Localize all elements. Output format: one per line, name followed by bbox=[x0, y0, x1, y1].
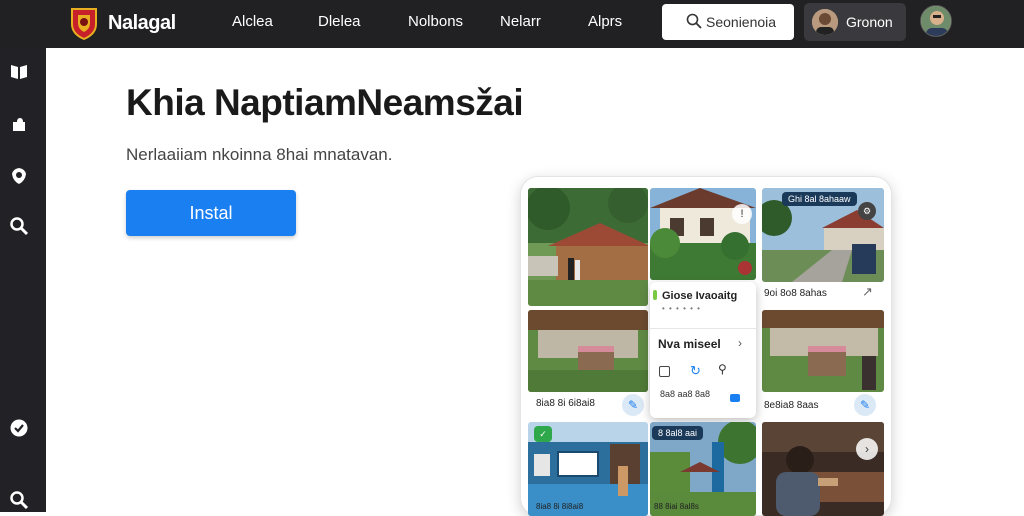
edit-icon[interactable]: ✎ bbox=[622, 394, 644, 416]
tile-caption: 8ia8 8i 8i8ai8 bbox=[536, 502, 584, 511]
book-icon[interactable] bbox=[9, 62, 29, 82]
popup-footer: 8a8 aa8 8a8 bbox=[660, 389, 711, 399]
user-menu[interactable]: Gronon bbox=[804, 3, 906, 41]
chevron-right-icon[interactable]: › bbox=[738, 336, 742, 350]
popup-section: Nva miseel bbox=[658, 337, 721, 351]
profile-avatar[interactable] bbox=[920, 5, 952, 37]
gallery-tile-street[interactable]: Ghi 8al 8ahaaw ⚙ bbox=[762, 188, 884, 282]
tile-caption: 8ia8 8i 6i8ai8 bbox=[536, 398, 595, 409]
checkbox-icon[interactable] bbox=[659, 366, 670, 377]
nav-item-2[interactable]: Dlelea bbox=[318, 13, 361, 30]
gallery-tile-person[interactable]: › bbox=[762, 422, 884, 516]
image-icon[interactable] bbox=[730, 394, 740, 402]
tile-caption: 8e8ia8 8aas bbox=[764, 400, 819, 411]
shield-icon[interactable] bbox=[9, 166, 29, 186]
page-subtitle: Nerlaaiiam nkoinna 8hai mnatavan. bbox=[126, 145, 393, 164]
next-icon[interactable]: › bbox=[856, 438, 878, 460]
page-title: Khia NaptiamNeamsžai bbox=[126, 82, 524, 123]
divider bbox=[650, 328, 756, 329]
brand-name[interactable]: Nalagal bbox=[108, 12, 176, 35]
install-button[interactable]: Instal bbox=[126, 190, 296, 236]
nav-item-3[interactable]: Nolbons bbox=[408, 13, 463, 30]
share-icon[interactable]: ↗ bbox=[862, 284, 873, 300]
app-badge-icon: ✓ bbox=[534, 426, 552, 442]
tile-caption: 88 8iai 8al8s bbox=[654, 502, 699, 511]
puzzle-icon[interactable] bbox=[9, 114, 29, 134]
check-circle-icon[interactable] bbox=[9, 418, 29, 438]
popup-dots: • • • • • • bbox=[662, 304, 701, 313]
location-badge: Ghi 8al 8ahaaw bbox=[782, 192, 857, 206]
edit-icon[interactable]: ✎ bbox=[854, 394, 876, 416]
nav-item-4[interactable]: Nelarr bbox=[500, 13, 541, 30]
nav-item-1[interactable]: Alclea bbox=[232, 13, 273, 30]
tag-badge: 8 8al8 aai bbox=[652, 426, 704, 440]
nav-item-5[interactable]: Alprs bbox=[588, 13, 622, 30]
search-icon[interactable] bbox=[9, 490, 29, 510]
gallery-tile-house[interactable] bbox=[528, 188, 648, 306]
gallery-tile-villa[interactable]: ! bbox=[650, 188, 756, 280]
top-bar: Nalagal Alclea Dlelea Nolbons Nelarr Alp… bbox=[0, 0, 1024, 48]
search-label: Seonienoia bbox=[706, 14, 777, 30]
popup-title: Giose Ivaoaitg bbox=[662, 290, 738, 302]
pin-icon[interactable]: ⚲ bbox=[718, 362, 727, 376]
user-name: Gronon bbox=[846, 14, 893, 30]
options-icon[interactable]: ⚙ bbox=[858, 202, 876, 220]
gallery-tile-porch-2[interactable] bbox=[762, 310, 884, 392]
more-icon[interactable]: ! bbox=[732, 204, 752, 224]
gallery-tile-porch[interactable] bbox=[528, 310, 648, 392]
status-indicator bbox=[653, 290, 657, 300]
search-icon[interactable] bbox=[9, 216, 29, 236]
refresh-icon[interactable]: ↻ bbox=[690, 363, 701, 379]
avatar bbox=[812, 9, 838, 35]
search-icon bbox=[686, 13, 702, 29]
tile-caption: 9oi 8o8 8ahas bbox=[764, 288, 827, 299]
shield-logo-icon[interactable] bbox=[68, 6, 100, 40]
sidebar bbox=[0, 48, 46, 512]
search-box[interactable]: Seonienoia bbox=[662, 4, 794, 40]
info-popup[interactable]: Giose Ivaoaitg • • • • • • Nva miseel › … bbox=[650, 282, 756, 418]
